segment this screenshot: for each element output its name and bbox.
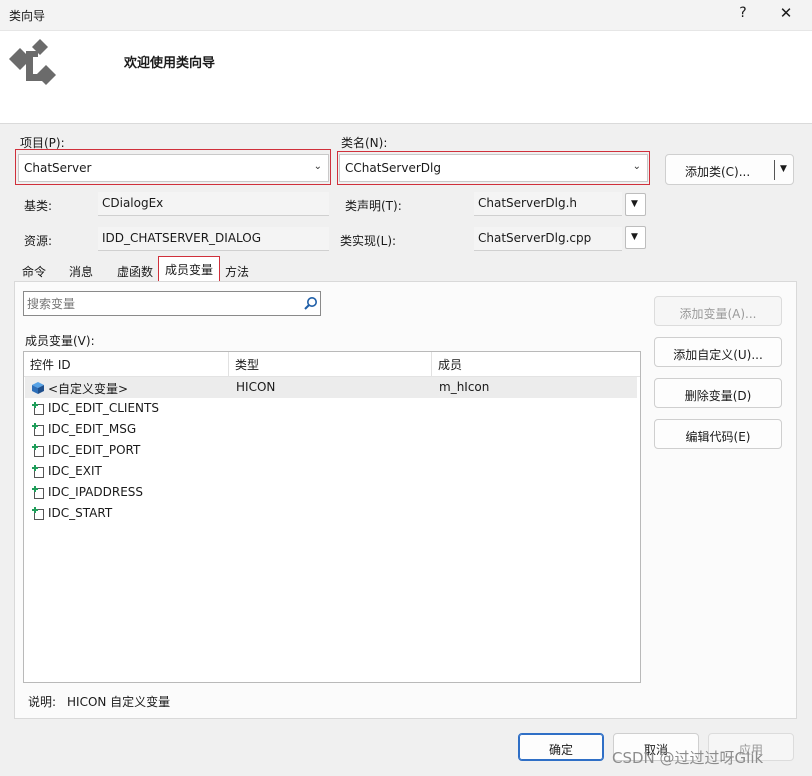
column-header-member[interactable]: 成员: [432, 352, 640, 376]
search-input[interactable]: [27, 294, 295, 313]
impl-value: ChatServerDlg.cpp: [478, 231, 592, 245]
tab-virtual-functions[interactable]: 虚函数: [113, 259, 157, 282]
dropdown-arrow-icon[interactable]: ▼: [780, 164, 787, 174]
custom-variable-icon: [32, 382, 44, 394]
page-heading: 欢迎使用类向导: [124, 56, 216, 71]
cell-control-id: <自定义变量>: [48, 382, 129, 396]
tab-member-variables[interactable]: 成员变量: [158, 256, 220, 281]
ok-button[interactable]: 确定: [518, 733, 604, 761]
dropdown-arrow-icon: ▼: [631, 199, 638, 209]
chevron-down-icon: ⌄: [313, 161, 322, 172]
impl-dropdown[interactable]: ▼: [625, 226, 646, 249]
cell-control-id: IDC_EXIT: [48, 464, 102, 478]
column-header-control-id[interactable]: 控件 ID: [24, 352, 229, 376]
tab-commands[interactable]: 命令: [18, 259, 50, 282]
cell-control-id: IDC_EDIT_MSG: [48, 422, 137, 436]
help-button[interactable]: ?: [736, 5, 750, 21]
base-label: 基类:: [24, 199, 53, 213]
members-label: 成员变量(V):: [25, 334, 95, 348]
project-combo[interactable]: ChatServer ⌄: [18, 154, 329, 182]
cell-control-id: IDC_START: [48, 506, 113, 520]
add-class-label: 添加类(C)...: [685, 165, 751, 179]
control-id-icon: [32, 444, 44, 457]
column-header-type[interactable]: 类型: [229, 352, 432, 376]
add-custom-button[interactable]: 添加自定义(U)...: [654, 337, 782, 367]
cell-member: m_hIcon: [439, 380, 490, 394]
control-id-icon: [32, 465, 44, 478]
wizard-header: 欢迎使用类向导: [0, 31, 812, 124]
project-value: ChatServer: [24, 161, 92, 175]
control-id-icon: [32, 402, 44, 415]
decl-value: ChatServerDlg.h: [478, 196, 578, 210]
control-id-icon: [32, 423, 44, 436]
description-text: HICON 自定义变量: [67, 695, 171, 709]
tab-methods[interactable]: 方法: [221, 259, 253, 282]
table-row[interactable]: IDC_IPADDRESS: [25, 482, 637, 503]
class-wizard-logo-icon: [9, 39, 56, 85]
add-class-button[interactable]: 添加类(C)... ▼: [665, 154, 794, 185]
table-row[interactable]: <自定义变量> HICON m_hIcon: [25, 377, 637, 398]
watermark: CSDN @过过过呀Glik: [612, 749, 764, 767]
control-id-icon: [32, 507, 44, 520]
description-label: 说明:: [28, 695, 57, 709]
impl-label: 类实现(L):: [340, 234, 397, 248]
classname-combo[interactable]: CChatServerDlg ⌄: [339, 154, 648, 182]
table-row[interactable]: IDC_EXIT: [25, 461, 637, 482]
window-title: 类向导: [9, 9, 46, 23]
delete-variable-button[interactable]: 删除变量(D): [654, 378, 782, 408]
decl-field: ChatServerDlg.h: [474, 192, 622, 216]
resource-value: IDD_CHATSERVER_DIALOG: [102, 231, 262, 245]
table-row[interactable]: IDC_EDIT_PORT: [25, 440, 637, 461]
edit-code-button[interactable]: 编辑代码(E): [654, 419, 782, 449]
chevron-down-icon: ⌄: [632, 161, 641, 172]
add-variable-button[interactable]: 添加变量(A)...: [654, 296, 782, 326]
classname-label: 类名(N):: [341, 136, 388, 150]
base-value: CDialogEx: [102, 196, 164, 210]
split-divider: [774, 160, 775, 180]
tab-messages[interactable]: 消息: [65, 259, 97, 282]
search-box[interactable]: [23, 291, 321, 316]
cell-type: HICON: [236, 380, 276, 394]
search-icon[interactable]: [303, 296, 318, 311]
cell-control-id: IDC_IPADDRESS: [48, 485, 144, 499]
resource-label: 资源:: [24, 234, 53, 248]
decl-dropdown[interactable]: ▼: [625, 193, 646, 216]
table-row[interactable]: IDC_EDIT_CLIENTS: [25, 398, 637, 419]
member-list[interactable]: 控件 ID 类型 成员 <自定义变量> HICON m_hIcon IDC_ED…: [23, 351, 641, 683]
impl-field: ChatServerDlg.cpp: [474, 227, 622, 251]
title-bar: 类向导 ? ✕: [0, 0, 812, 31]
dropdown-arrow-icon: ▼: [631, 232, 638, 242]
classname-value: CChatServerDlg: [345, 161, 441, 175]
resource-field: IDD_CHATSERVER_DIALOG: [98, 227, 329, 251]
table-row[interactable]: IDC_EDIT_MSG: [25, 419, 637, 440]
decl-label: 类声明(T):: [345, 199, 402, 213]
close-button[interactable]: ✕: [778, 4, 794, 22]
table-row[interactable]: IDC_START: [25, 503, 637, 524]
cell-control-id: IDC_EDIT_PORT: [48, 443, 141, 457]
base-field: CDialogEx: [98, 192, 329, 216]
control-id-icon: [32, 486, 44, 499]
cell-control-id: IDC_EDIT_CLIENTS: [48, 401, 159, 415]
